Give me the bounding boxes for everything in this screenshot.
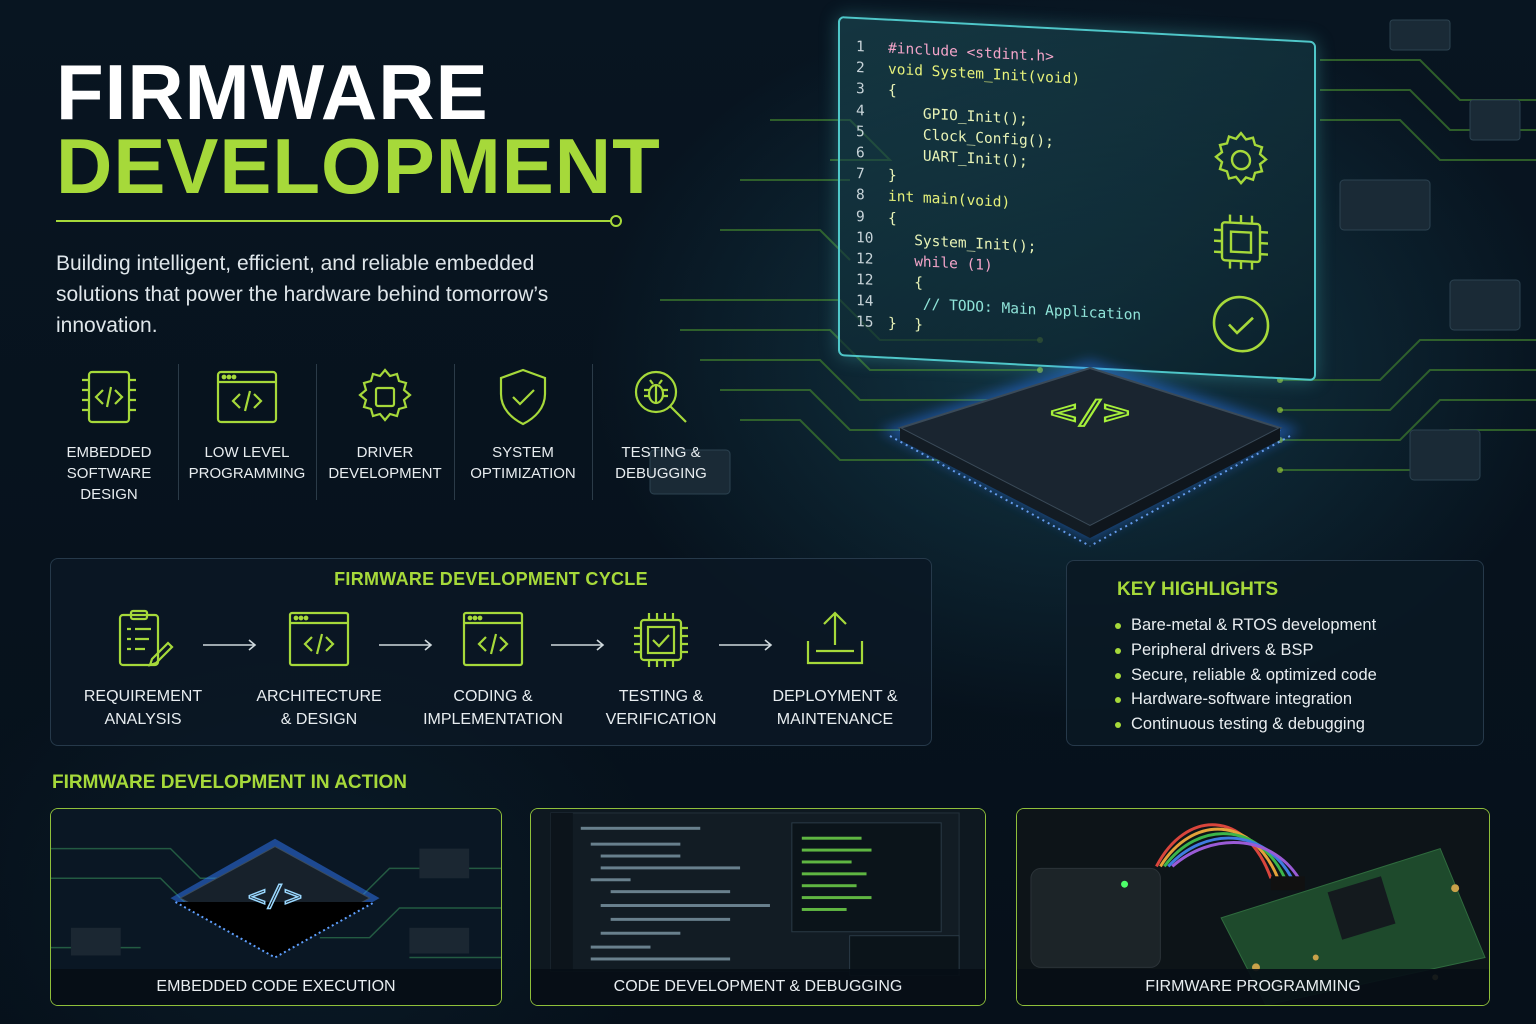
step-label: ARCHITECTURE & DESIGN [256,688,382,728]
service-testing-debugging: TESTING & DEBUGGING [592,364,730,514]
action-section-title: FIRMWARE DEVELOPMENT IN ACTION [52,772,408,793]
step-testing-verification: TESTING & VERIFICATION [571,607,751,731]
step-label: CODING & IMPLEMENTATION [423,688,563,728]
title-divider [56,215,622,227]
code-panel: 1 #include <stdint.h> 2 void System_Init(v… [838,16,1316,382]
development-cycle: FIRMWARE DEVELOPMENT CYCLE REQUIREMENT A… [50,558,932,746]
highlight-item: Continuous testing & debugging [1115,712,1377,737]
gear-icon [1214,131,1268,185]
highlight-item: Peripheral drivers & BSP [1115,638,1377,663]
bug-magnifier-icon [634,370,687,423]
upload-tray-icon [806,611,864,665]
code-window-icon [462,611,524,667]
title-line-1: FIRMWARE [56,48,489,136]
service-label: SYSTEM OPTIMIZATION [470,444,576,482]
card-caption: FIRMWARE PROGRAMMING [1017,969,1489,1005]
code-lines: 1 #include <stdint.h> 2 void System_Init(v… [856,39,1141,351]
chip-icon [1214,214,1268,270]
step-label: DEPLOYMENT & MAINTENANCE [772,688,898,728]
subtitle: Building intelligent, efficient, and rel… [56,252,549,337]
step-architecture-design: ARCHITECTURE & DESIGN [229,607,409,731]
step-deployment-maintenance: DEPLOYMENT & MAINTENANCE [745,607,925,731]
key-highlights: KEY HIGHLIGHTS Bare-metal & RTOS develop… [1066,560,1484,746]
card-caption: CODE DEVELOPMENT & DEBUGGING [531,969,985,1005]
title-line-2: DEVELOPMENT [56,122,661,210]
step-requirement-analysis: REQUIREMENT ANALYSIS [53,607,233,731]
chip-code-symbol: </> [1050,394,1129,431]
service-system-optimization: SYSTEM OPTIMIZATION [454,364,592,514]
card-code-development-debugging: CODE DEVELOPMENT & DEBUGGING [530,808,986,1006]
service-label: DRIVER DEVELOPMENT [328,444,442,482]
highlight-item: Bare-metal & RTOS development [1115,613,1377,638]
glowing-chip: </> [880,360,1300,547]
service-label: TESTING & DEBUGGING [615,444,707,482]
service-embedded-software-design: EMBEDDED SOFTWARE DESIGN [40,364,178,514]
card-embedded-code-execution: </> EMBEDDED CODE EXECUTION [50,808,502,1006]
services-row: EMBEDDED SOFTWARE DESIGN LOW LEVEL PROGR… [40,364,730,514]
highlights-title: KEY HIGHLIGHTS [1117,579,1279,600]
shield-check-icon [499,368,547,426]
card-caption: EMBEDDED CODE EXECUTION [51,969,501,1005]
service-low-level-programming: LOW LEVEL PROGRAMMING [178,364,316,514]
service-label: EMBEDDED SOFTWARE DESIGN [66,444,152,503]
highlight-item: Secure, reliable & optimized code [1115,663,1377,688]
highlights-list: Bare-metal & RTOS development Peripheral… [1115,613,1377,737]
step-label: REQUIREMENT ANALYSIS [83,688,203,728]
step-coding-implementation: CODING & IMPLEMENTATION [403,607,583,731]
service-label: LOW LEVEL PROGRAMMING [188,444,306,482]
clipboard-pen-icon [118,609,174,667]
cycle-title: FIRMWARE DEVELOPMENT CYCLE [334,569,648,589]
chip-code-icon [82,370,136,424]
svg-text:</>: </> [248,879,302,914]
gear-chip-icon [358,368,412,422]
code-window-icon [216,370,278,424]
chip-check-icon [634,613,688,667]
code-window-icon [288,611,350,667]
step-label: TESTING & VERIFICATION [605,688,717,728]
highlight-item: Hardware-software integration [1115,687,1377,712]
card-firmware-programming: FIRMWARE PROGRAMMING [1016,808,1490,1006]
service-driver-development: DRIVER DEVELOPMENT [316,364,454,514]
